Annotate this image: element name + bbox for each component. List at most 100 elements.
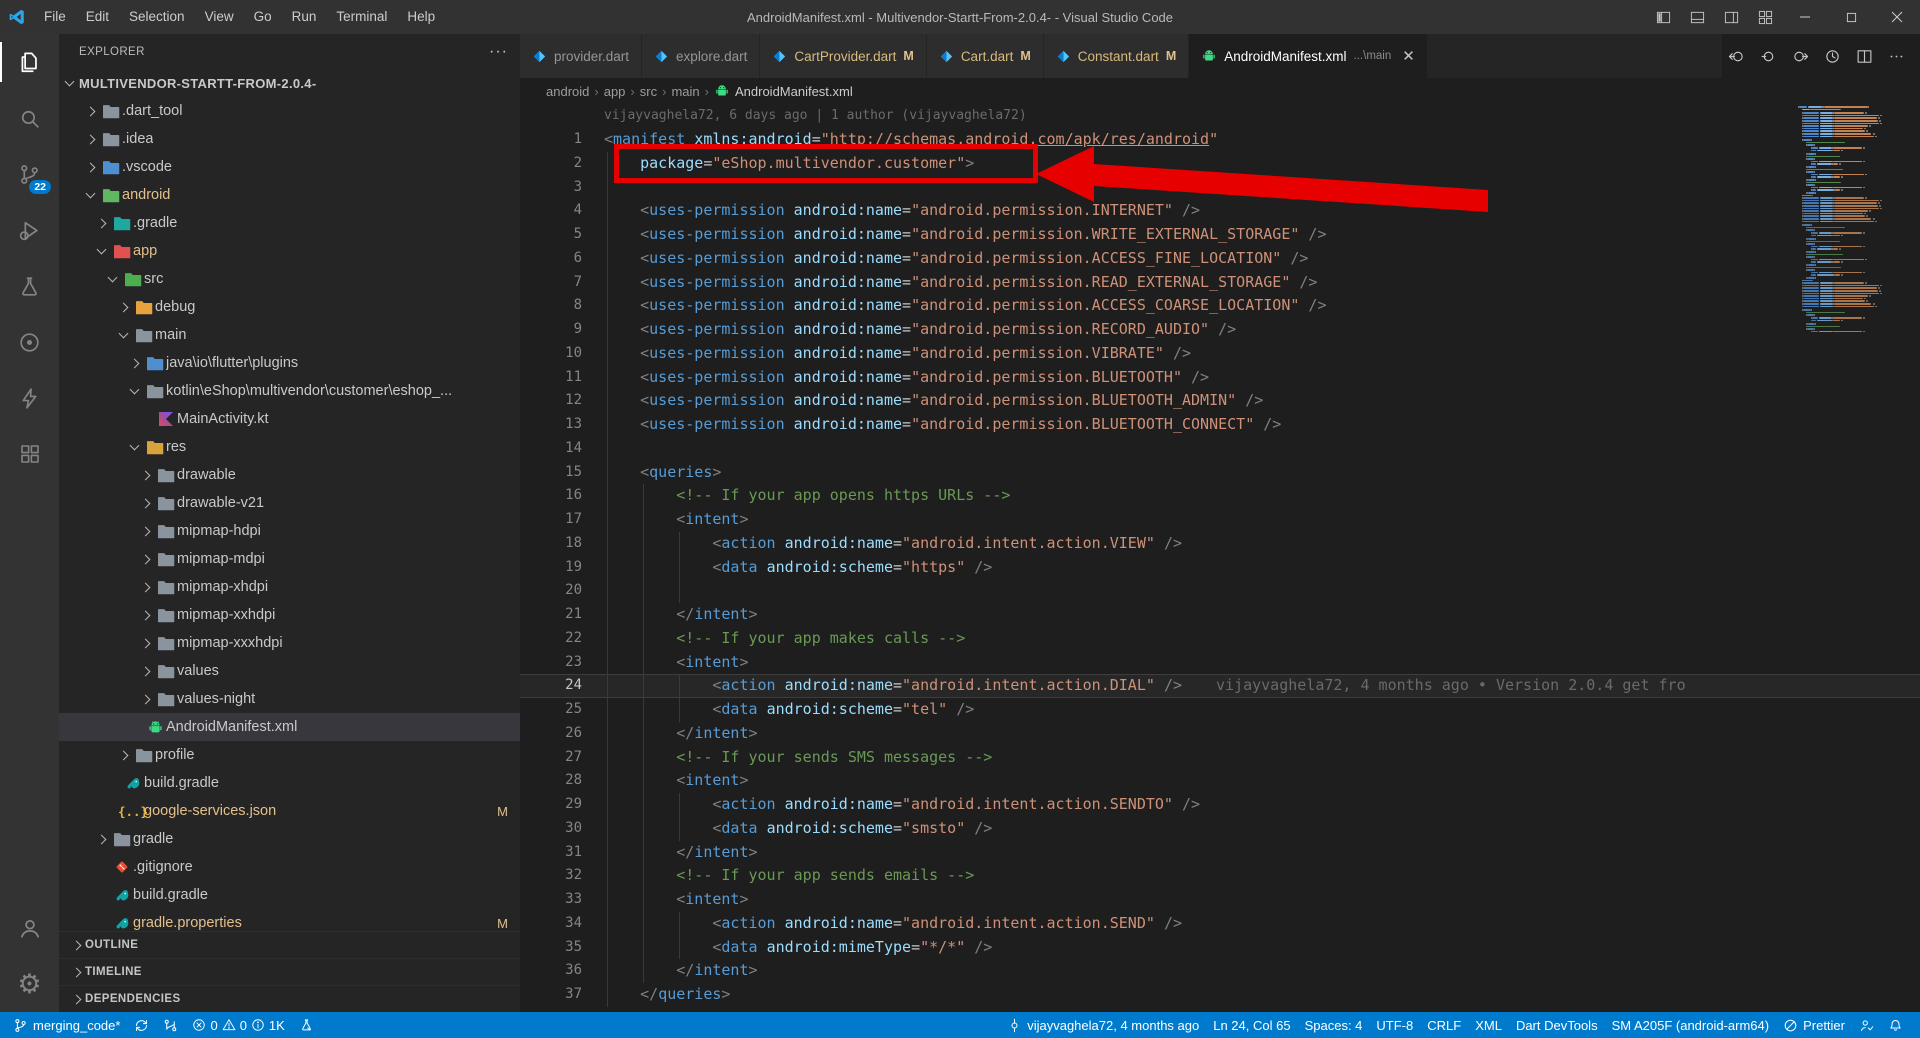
code-line-18[interactable]: 18 <action android:name="android.intent.… xyxy=(520,532,1920,556)
open-changes-forward-icon[interactable] xyxy=(1786,42,1814,70)
tab-cartprovider.dart[interactable]: CartProvider.dartM xyxy=(760,34,926,78)
code-line-4[interactable]: 4 <uses-permission android:name="android… xyxy=(520,199,1920,223)
tree-item-android[interactable]: android xyxy=(59,181,520,209)
code-line-14[interactable]: 14 xyxy=(520,437,1920,461)
status-language-mode[interactable]: XML xyxy=(1468,1018,1509,1033)
status-prettier[interactable]: Prettier xyxy=(1776,1018,1852,1033)
status-feedback[interactable] xyxy=(1852,1018,1881,1033)
tree-item-build.gradle[interactable]: build.gradle xyxy=(59,881,520,909)
crumb-file[interactable]: AndroidManifest.xml xyxy=(714,83,853,99)
code-line-17[interactable]: 17 <intent> xyxy=(520,508,1920,532)
maximize-button[interactable] xyxy=(1828,0,1874,34)
code-line-9[interactable]: 9 <uses-permission android:name="android… xyxy=(520,318,1920,342)
tree-item-debug[interactable]: debug xyxy=(59,293,520,321)
panel-dependencies[interactable]: DEPENDENCIES xyxy=(59,985,520,1012)
code-area[interactable]: 1<manifest xmlns:android="http://schemas… xyxy=(520,128,1920,1007)
status-eol[interactable]: CRLF xyxy=(1420,1018,1468,1033)
code-line-11[interactable]: 11 <uses-permission android:name="androi… xyxy=(520,366,1920,390)
status-git-branch[interactable]: merging_code* xyxy=(6,1012,127,1038)
activity-testing-icon[interactable] xyxy=(0,258,59,314)
menu-help[interactable]: Help xyxy=(397,0,445,34)
menu-run[interactable]: Run xyxy=(282,0,327,34)
activity-run-and-debug-icon[interactable] xyxy=(0,202,59,258)
crumb-src[interactable]: src xyxy=(640,84,657,99)
code-line-23[interactable]: 23 <intent> xyxy=(520,651,1920,675)
code-line-37[interactable]: 37 </queries> xyxy=(520,983,1920,1007)
code-line-2[interactable]: 2 package="eShop.multivendor.customer"> xyxy=(520,152,1920,176)
code-line-24[interactable]: 24 <action android:name="android.intent.… xyxy=(520,674,1920,698)
open-change-icon[interactable] xyxy=(1754,42,1782,70)
status-device-selector[interactable]: SM A205F (android-arm64) xyxy=(1605,1018,1777,1033)
panel-outline[interactable]: OUTLINE xyxy=(59,931,520,958)
menu-view[interactable]: View xyxy=(195,0,244,34)
status-gitlens-blame[interactable]: vijayvaghela72, 4 months ago xyxy=(1000,1018,1206,1033)
minimize-button[interactable] xyxy=(1782,0,1828,34)
code-line-5[interactable]: 5 <uses-permission android:name="android… xyxy=(520,223,1920,247)
code-line-1[interactable]: 1<manifest xmlns:android="http://schemas… xyxy=(520,128,1920,152)
status-notifications[interactable] xyxy=(1881,1018,1910,1033)
status-sync[interactable] xyxy=(127,1012,156,1038)
customize-layout-icon[interactable] xyxy=(1748,0,1782,34)
code-line-35[interactable]: 35 <data android:mimeType="*/*" /> xyxy=(520,936,1920,960)
tree-item-java-io-flutter-plugins[interactable]: java\io\flutter\plugins xyxy=(59,349,520,377)
tree-root[interactable]: MULTIVENDOR-STARTT-FROM-2.0.4- xyxy=(59,69,520,97)
tree-item-mipmap-xxxhdpi[interactable]: mipmap-xxxhdpi xyxy=(59,629,520,657)
crumb-app[interactable]: app xyxy=(604,84,626,99)
activity-accounts-icon[interactable] xyxy=(0,900,59,956)
tree-item-.idea[interactable]: .idea xyxy=(59,125,520,153)
code-line-12[interactable]: 12 <uses-permission android:name="androi… xyxy=(520,389,1920,413)
tree-item-mainactivity.kt[interactable]: MainActivity.kt xyxy=(59,405,520,433)
toggle-secondary-sidebar-icon[interactable] xyxy=(1714,0,1748,34)
code-line-3[interactable]: 3 xyxy=(520,176,1920,200)
code-line-25[interactable]: 25 <data android:scheme="tel" /> xyxy=(520,698,1920,722)
tree-item-androidmanifest.xml[interactable]: AndroidManifest.xml xyxy=(59,713,520,741)
tree-item-build.gradle[interactable]: build.gradle xyxy=(59,769,520,797)
code-line-13[interactable]: 13 <uses-permission android:name="androi… xyxy=(520,413,1920,437)
code-line-26[interactable]: 26 </intent> xyxy=(520,722,1920,746)
tree-item-profile[interactable]: profile xyxy=(59,741,520,769)
code-line-27[interactable]: 27 <!-- If your sends SMS messages --> xyxy=(520,746,1920,770)
tree-item-kotlin-eshop-multivendor-customer-eshop-...[interactable]: kotlin\eShop\multivendor\customer\eshop_… xyxy=(59,377,520,405)
status-cursor-position[interactable]: Ln 24, Col 65 xyxy=(1206,1018,1297,1033)
code-line-8[interactable]: 8 <uses-permission android:name="android… xyxy=(520,294,1920,318)
status-encoding[interactable]: UTF-8 xyxy=(1369,1018,1420,1033)
status-indentation[interactable]: Spaces: 4 xyxy=(1298,1018,1370,1033)
activity-thunder-client-icon[interactable] xyxy=(0,370,59,426)
code-line-10[interactable]: 10 <uses-permission android:name="androi… xyxy=(520,342,1920,366)
code-line-7[interactable]: 7 <uses-permission android:name="android… xyxy=(520,271,1920,295)
code-line-36[interactable]: 36 </intent> xyxy=(520,959,1920,983)
code-line-33[interactable]: 33 <intent> xyxy=(520,888,1920,912)
code-line-34[interactable]: 34 <action android:name="android.intent.… xyxy=(520,912,1920,936)
code-line-22[interactable]: 22 <!-- If your app makes calls --> xyxy=(520,627,1920,651)
editor[interactable]: vijayvaghela72, 6 days ago | 1 author (v… xyxy=(520,104,1920,1012)
menu-terminal[interactable]: Terminal xyxy=(326,0,397,34)
activity-source-control-icon[interactable]: 22 xyxy=(0,146,59,202)
code-line-28[interactable]: 28 <intent> xyxy=(520,769,1920,793)
tree-item-mipmap-mdpi[interactable]: mipmap-mdpi xyxy=(59,545,520,573)
code-line-21[interactable]: 21 </intent> xyxy=(520,603,1920,627)
panel-timeline[interactable]: TIMELINE xyxy=(59,958,520,985)
status-dart-devtools[interactable]: Dart DevTools xyxy=(1509,1018,1605,1033)
tree-item-.dart-tool[interactable]: .dart_tool xyxy=(59,97,520,125)
code-line-16[interactable]: 16 <!-- If your app opens https URLs --> xyxy=(520,484,1920,508)
tree-item-gradle[interactable]: gradle xyxy=(59,825,520,853)
code-line-31[interactable]: 31 </intent> xyxy=(520,841,1920,865)
tree-item-app[interactable]: app xyxy=(59,237,520,265)
explorer-actions-button[interactable]: ··· xyxy=(489,43,508,61)
activity-search-icon[interactable] xyxy=(0,90,59,146)
menu-selection[interactable]: Selection xyxy=(119,0,195,34)
menu-file[interactable]: File xyxy=(34,0,76,34)
file-history-icon[interactable] xyxy=(1818,42,1846,70)
close-window-button[interactable] xyxy=(1874,0,1920,34)
code-line-15[interactable]: 15 <queries> xyxy=(520,461,1920,485)
menu-go[interactable]: Go xyxy=(244,0,282,34)
tree-item-.gitignore[interactable]: .gitignore xyxy=(59,853,520,881)
code-line-20[interactable]: 20 xyxy=(520,579,1920,603)
crumb-android[interactable]: android xyxy=(546,84,589,99)
code-line-32[interactable]: 32 <!-- If your app sends emails --> xyxy=(520,864,1920,888)
tree-item-src[interactable]: src xyxy=(59,265,520,293)
tree-item-res[interactable]: res xyxy=(59,433,520,461)
code-line-19[interactable]: 19 <data android:scheme="https" /> xyxy=(520,556,1920,580)
minimap[interactable] xyxy=(1798,106,1910,333)
tree-item-drawable[interactable]: drawable xyxy=(59,461,520,489)
